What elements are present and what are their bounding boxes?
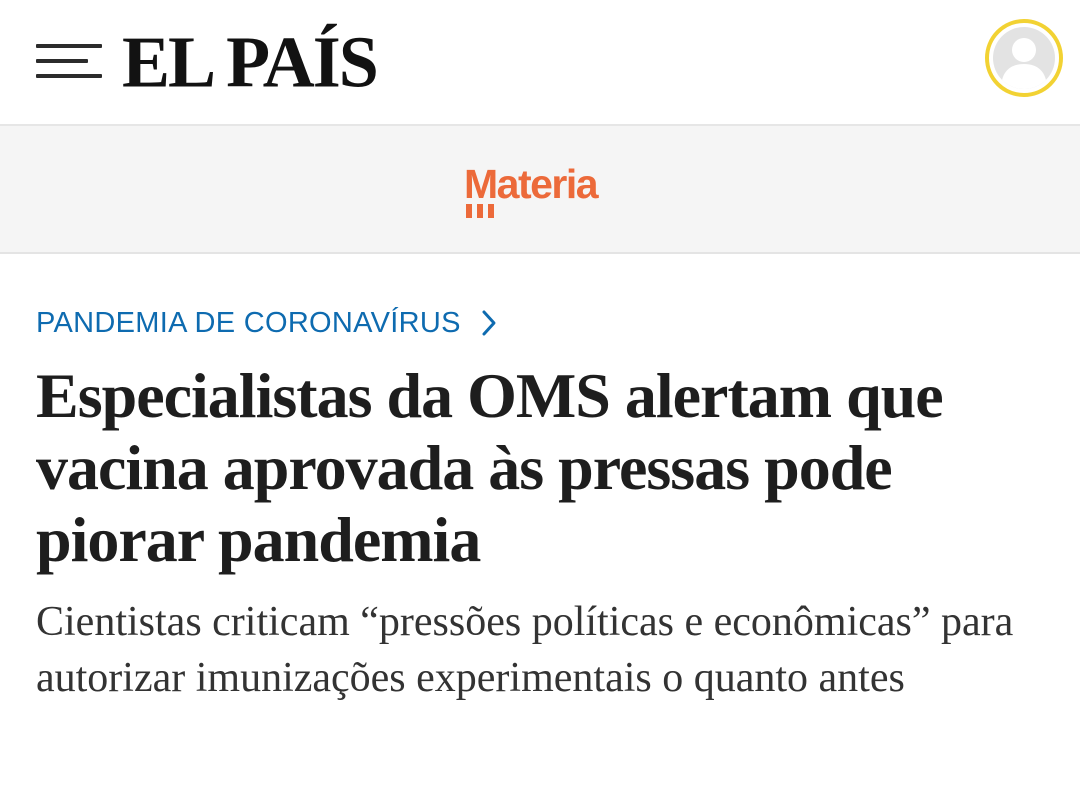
article-headline: Especialistas da OMS alertam que vacina … — [36, 360, 944, 575]
section-logo-materia[interactable]: Materia — [464, 162, 624, 226]
hamburger-menu-icon[interactable] — [36, 40, 102, 82]
article-subheadline: Cientistas criticam “pressões políticas … — [36, 599, 1014, 701]
logo-bar — [477, 204, 483, 218]
el-pais-logo[interactable]: EL PAÍS — [122, 21, 379, 103]
section-band: Materia — [0, 126, 1080, 254]
top-navigation-bar: EL PAÍS — [0, 0, 1080, 126]
logo-bar — [466, 204, 472, 218]
user-silhouette-icon — [1001, 38, 1047, 89]
section-label: Materia — [464, 161, 599, 207]
menu-line — [36, 59, 88, 63]
menu-line — [36, 44, 102, 48]
menu-line — [36, 74, 102, 78]
user-avatar-icon — [993, 27, 1055, 89]
topic-kicker-link[interactable]: PANDEMIA DE CORONAVÍRUS — [36, 303, 497, 343]
user-avatar-button[interactable] — [985, 19, 1063, 97]
topic-kicker-text: PANDEMIA DE CORONAVÍRUS — [36, 307, 461, 339]
chevron-right-icon — [482, 310, 496, 336]
logo-bar — [488, 204, 494, 218]
